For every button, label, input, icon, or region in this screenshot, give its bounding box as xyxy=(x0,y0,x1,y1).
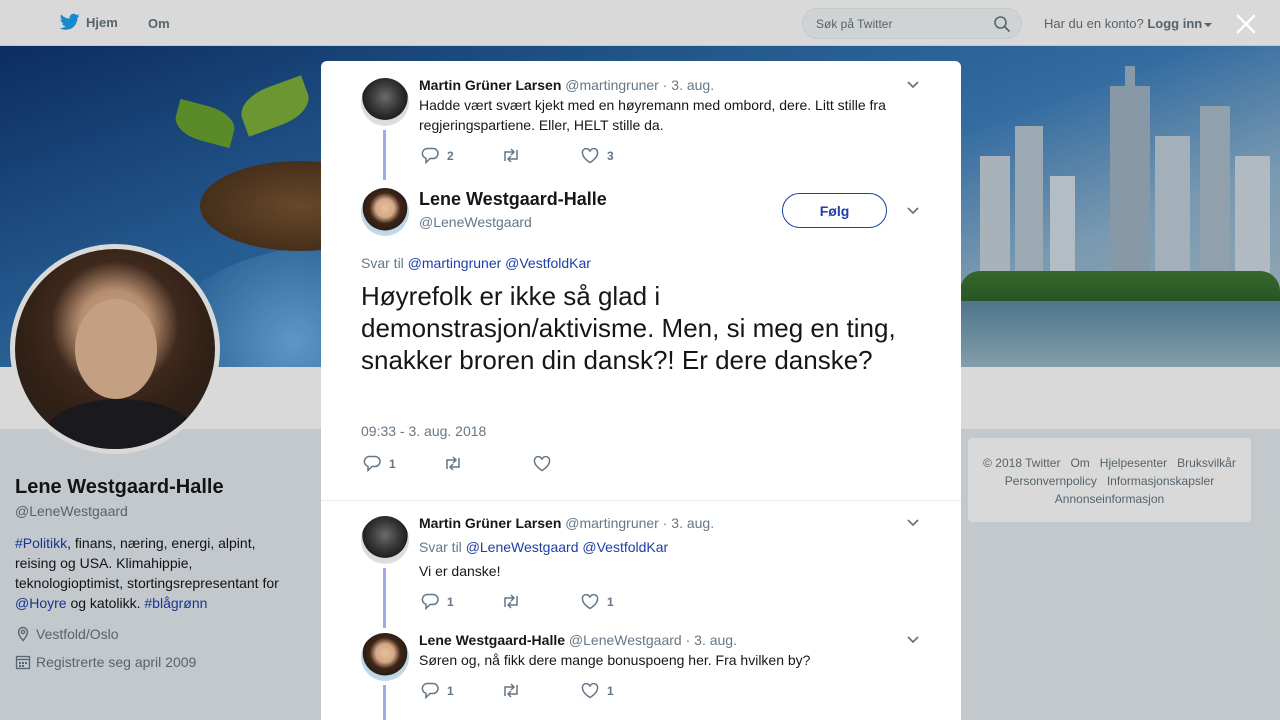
main-tweet-timestamp[interactable]: 09:33 - 3. aug. 2018 xyxy=(361,423,486,439)
tweet-text: Hadde vært svært kjekt med en høyremann … xyxy=(419,97,886,133)
retweet-button[interactable] xyxy=(501,683,581,698)
author-name[interactable]: Martin Grüner Larsen xyxy=(419,77,561,93)
chevron-down-icon[interactable] xyxy=(906,518,920,528)
author-handle[interactable]: @martingruner xyxy=(565,77,659,93)
retweet-icon xyxy=(504,148,518,163)
reply-button[interactable]: 1 xyxy=(421,682,501,699)
reply-to-prefix: Svar til xyxy=(419,539,462,555)
reply-to-line: Svar til @martingruner @VestfoldKar xyxy=(361,255,591,271)
reply-icon xyxy=(421,682,439,699)
like-button[interactable] xyxy=(533,455,559,472)
heart-icon xyxy=(581,682,599,698)
like-button[interactable]: 3 xyxy=(581,147,614,164)
tweet-actions: 1 1 xyxy=(421,682,614,699)
tweet-header: Martin Grüner Larsen @martingruner · 3. … xyxy=(419,77,714,93)
reply-count: 1 xyxy=(447,683,454,698)
thread-line xyxy=(383,685,386,720)
mention-links[interactable]: @LeneWestgaard @VestfoldKar xyxy=(466,539,669,555)
avatar[interactable] xyxy=(361,516,409,564)
author-handle[interactable]: @LeneWestgaard xyxy=(569,632,682,648)
tweet-text: Vi er danske! xyxy=(419,563,501,579)
retweet-icon xyxy=(504,683,518,698)
author-handle[interactable]: @martingruner xyxy=(565,515,659,531)
reply-button[interactable]: 1 xyxy=(421,593,501,610)
thread-line xyxy=(383,568,386,628)
like-count: 1 xyxy=(607,594,614,609)
chevron-down-icon[interactable] xyxy=(906,206,920,216)
reply-button[interactable]: 2 xyxy=(421,147,501,164)
author-name[interactable]: Martin Grüner Larsen xyxy=(419,515,561,531)
section-separator xyxy=(321,491,961,501)
retweet-button[interactable] xyxy=(501,594,581,609)
reply-icon xyxy=(421,147,439,164)
tweet-header: Lene Westgaard-Halle @LeneWestgaard · 3.… xyxy=(419,632,737,648)
tweet-actions: 1 1 xyxy=(421,593,614,610)
tweet-date[interactable]: · 3. aug. xyxy=(663,77,714,93)
main-author-handle[interactable]: @LeneWestgaard xyxy=(419,214,532,230)
like-button[interactable]: 1 xyxy=(581,593,614,610)
reply-button[interactable]: 1 xyxy=(363,455,443,472)
reply-count: 1 xyxy=(389,456,396,471)
main-author-name[interactable]: Lene Westgaard-Halle xyxy=(419,189,607,210)
thread-line xyxy=(383,130,386,180)
tweet-modal: Martin Grüner Larsen @martingruner · 3. … xyxy=(321,61,961,720)
follow-button[interactable]: Følg xyxy=(782,193,887,228)
like-button[interactable]: 1 xyxy=(581,682,614,699)
reply-to-prefix: Svar til xyxy=(361,255,404,271)
tweet-header: Martin Grüner Larsen @martingruner · 3. … xyxy=(419,515,714,531)
avatar[interactable] xyxy=(361,188,409,236)
mention-links[interactable]: @martingruner @VestfoldKar xyxy=(408,255,591,271)
reply-count: 1 xyxy=(447,594,454,609)
retweet-icon xyxy=(446,456,460,471)
like-count: 3 xyxy=(607,148,614,163)
retweet-button[interactable] xyxy=(443,456,533,471)
avatar[interactable] xyxy=(361,633,409,681)
reply-to-line: Svar til @LeneWestgaard @VestfoldKar xyxy=(419,537,668,557)
reply-icon xyxy=(363,455,381,472)
close-icon[interactable] xyxy=(1234,12,1258,36)
reply-icon xyxy=(421,593,439,610)
avatar[interactable] xyxy=(361,78,409,126)
retweet-icon xyxy=(504,594,518,609)
heart-icon xyxy=(533,455,551,471)
tweet-text: Søren og, nå fikk dere mange bonuspoeng … xyxy=(419,652,811,668)
chevron-down-icon[interactable] xyxy=(906,80,920,90)
like-count: 1 xyxy=(607,683,614,698)
tweet-date[interactable]: · 3. aug. xyxy=(686,632,737,648)
reply-count: 2 xyxy=(447,148,454,163)
author-name[interactable]: Lene Westgaard-Halle xyxy=(419,632,565,648)
tweet-date[interactable]: · 3. aug. xyxy=(663,515,714,531)
retweet-button[interactable] xyxy=(501,148,581,163)
heart-icon xyxy=(581,593,599,609)
heart-icon xyxy=(581,147,599,163)
chevron-down-icon[interactable] xyxy=(906,635,920,645)
main-tweet-text: Høyrefolk er ikke så glad i demonstrasjo… xyxy=(361,281,896,375)
main-tweet-actions: 1 xyxy=(363,455,559,472)
tweet-actions: 2 3 xyxy=(421,147,614,164)
